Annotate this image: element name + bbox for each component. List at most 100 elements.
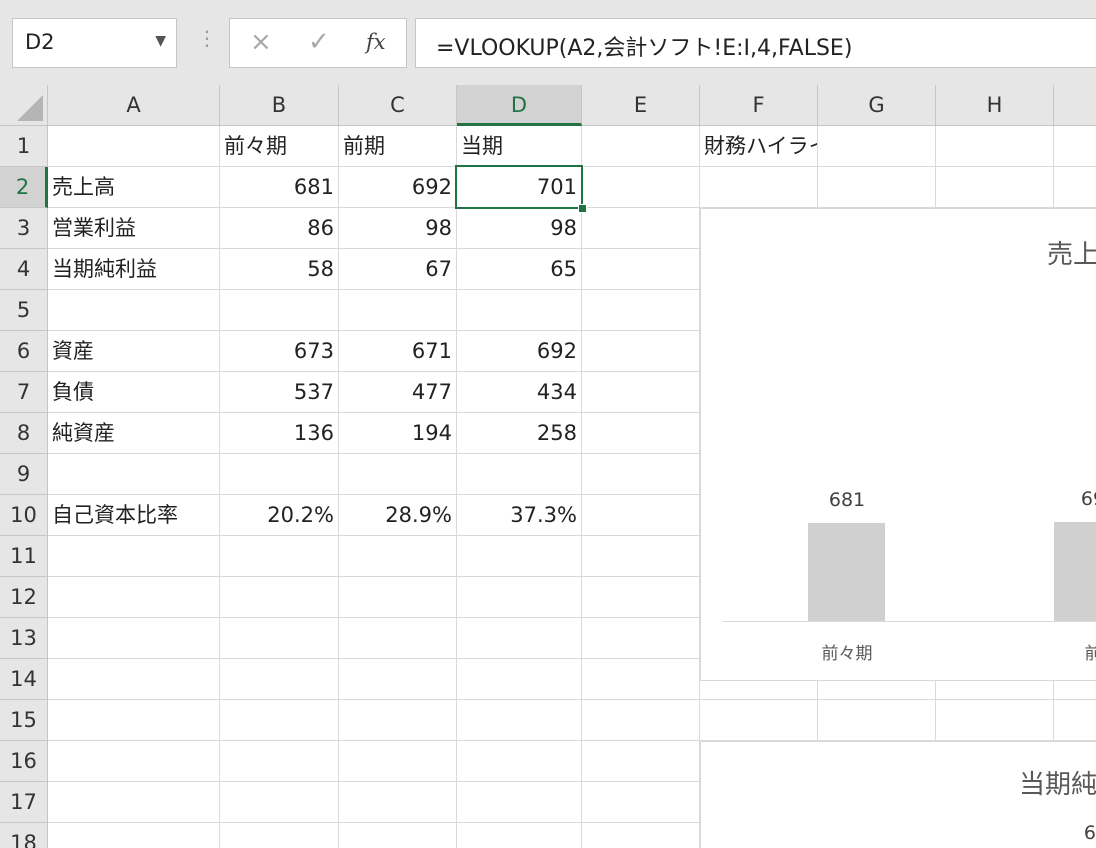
formula-input[interactable]: =VLOOKUP(A2,会計ソフト!E:I,4,FALSE): [415, 18, 1096, 68]
cell-d13[interactable]: [457, 618, 582, 659]
net-income-chart[interactable]: 当期純 67: [700, 741, 1096, 848]
name-box[interactable]: D2 ▼: [12, 18, 177, 68]
cell-c1[interactable]: 前期: [339, 126, 457, 167]
row-header-15[interactable]: 15: [0, 700, 48, 741]
cell-d5[interactable]: [457, 290, 582, 331]
cell-d17[interactable]: [457, 782, 582, 823]
row-header-5[interactable]: 5: [0, 290, 48, 331]
cell-d9[interactable]: [457, 454, 582, 495]
cell-e1[interactable]: [582, 126, 700, 167]
cell-d6[interactable]: 692: [457, 331, 582, 372]
column-header-d[interactable]: D: [457, 85, 582, 126]
cell-b13[interactable]: [220, 618, 339, 659]
cell-c3[interactable]: 98: [339, 208, 457, 249]
cell-i2[interactable]: [1054, 167, 1096, 208]
cell-b11[interactable]: [220, 536, 339, 577]
cell-e6[interactable]: [582, 331, 700, 372]
insert-function-icon[interactable]: fx: [366, 30, 386, 54]
cell-b16[interactable]: [220, 741, 339, 782]
cell-a4[interactable]: 当期純利益: [48, 249, 220, 290]
cell-d8[interactable]: 258: [457, 413, 582, 454]
chevron-down-icon[interactable]: ▼: [155, 33, 166, 49]
cell-c17[interactable]: [339, 782, 457, 823]
cell-g1[interactable]: [818, 126, 936, 167]
cell-b14[interactable]: [220, 659, 339, 700]
cell-c9[interactable]: [339, 454, 457, 495]
cell-a13[interactable]: [48, 618, 220, 659]
cell-c15[interactable]: [339, 700, 457, 741]
cell-e17[interactable]: [582, 782, 700, 823]
cell-e9[interactable]: [582, 454, 700, 495]
cell-a17[interactable]: [48, 782, 220, 823]
cell-b10[interactable]: 20.2%: [220, 495, 339, 536]
row-header-14[interactable]: 14: [0, 659, 48, 700]
cell-b2[interactable]: 681: [220, 167, 339, 208]
cell-c14[interactable]: [339, 659, 457, 700]
cell-b5[interactable]: [220, 290, 339, 331]
cell-g15[interactable]: [818, 700, 936, 741]
cell-d18[interactable]: [457, 823, 582, 848]
cancel-icon[interactable]: ×: [250, 27, 272, 57]
row-header-17[interactable]: 17: [0, 782, 48, 823]
cell-i1[interactable]: [1054, 126, 1096, 167]
cell-a5[interactable]: [48, 290, 220, 331]
column-header-e[interactable]: E: [582, 85, 700, 126]
column-header-h[interactable]: H: [936, 85, 1054, 126]
column-header-b[interactable]: B: [220, 85, 339, 126]
cell-b15[interactable]: [220, 700, 339, 741]
cell-c16[interactable]: [339, 741, 457, 782]
cell-b4[interactable]: 58: [220, 249, 339, 290]
cell-e16[interactable]: [582, 741, 700, 782]
cell-d15[interactable]: [457, 700, 582, 741]
cell-b6[interactable]: 673: [220, 331, 339, 372]
row-header-18[interactable]: 18: [0, 823, 48, 848]
cell-c10[interactable]: 28.9%: [339, 495, 457, 536]
cell-a12[interactable]: [48, 577, 220, 618]
cell-c12[interactable]: [339, 577, 457, 618]
cell-d1[interactable]: 当期: [457, 126, 582, 167]
cell-a9[interactable]: [48, 454, 220, 495]
cell-d4[interactable]: 65: [457, 249, 582, 290]
row-header-11[interactable]: 11: [0, 536, 48, 577]
cell-c2[interactable]: 692: [339, 167, 457, 208]
cell-c5[interactable]: [339, 290, 457, 331]
cell-e11[interactable]: [582, 536, 700, 577]
column-header-g[interactable]: G: [818, 85, 936, 126]
cell-e5[interactable]: [582, 290, 700, 331]
cell-a6[interactable]: 資産: [48, 331, 220, 372]
cell-g2[interactable]: [818, 167, 936, 208]
cell-d12[interactable]: [457, 577, 582, 618]
cell-e7[interactable]: [582, 372, 700, 413]
cell-a7[interactable]: 負債: [48, 372, 220, 413]
cell-c13[interactable]: [339, 618, 457, 659]
cell-b7[interactable]: 537: [220, 372, 339, 413]
cell-f2[interactable]: [700, 167, 818, 208]
worksheet-grid[interactable]: ABCDEFGH1前々期前期当期財務ハイライト2売上高6816927013営業利…: [0, 85, 1096, 848]
cell-b17[interactable]: [220, 782, 339, 823]
cell-h15[interactable]: [936, 700, 1054, 741]
cell-e2[interactable]: [582, 167, 700, 208]
cell-e13[interactable]: [582, 618, 700, 659]
cell-d7[interactable]: 434: [457, 372, 582, 413]
chart-bar-1[interactable]: [1054, 522, 1096, 621]
cell-f1[interactable]: 財務ハイライト: [700, 126, 818, 167]
cell-c8[interactable]: 194: [339, 413, 457, 454]
cell-e10[interactable]: [582, 495, 700, 536]
cell-b3[interactable]: 86: [220, 208, 339, 249]
cell-e18[interactable]: [582, 823, 700, 848]
enter-check-icon[interactable]: ✓: [308, 27, 330, 57]
cell-e15[interactable]: [582, 700, 700, 741]
cell-a1[interactable]: [48, 126, 220, 167]
column-header-partial[interactable]: [1054, 85, 1096, 126]
row-header-7[interactable]: 7: [0, 372, 48, 413]
fill-handle[interactable]: [578, 204, 587, 213]
cell-b9[interactable]: [220, 454, 339, 495]
cell-b18[interactable]: [220, 823, 339, 848]
cell-a18[interactable]: [48, 823, 220, 848]
cell-c4[interactable]: 67: [339, 249, 457, 290]
select-all-button[interactable]: [0, 85, 48, 126]
row-header-10[interactable]: 10: [0, 495, 48, 536]
cell-b8[interactable]: 136: [220, 413, 339, 454]
cell-h1[interactable]: [936, 126, 1054, 167]
cell-c11[interactable]: [339, 536, 457, 577]
